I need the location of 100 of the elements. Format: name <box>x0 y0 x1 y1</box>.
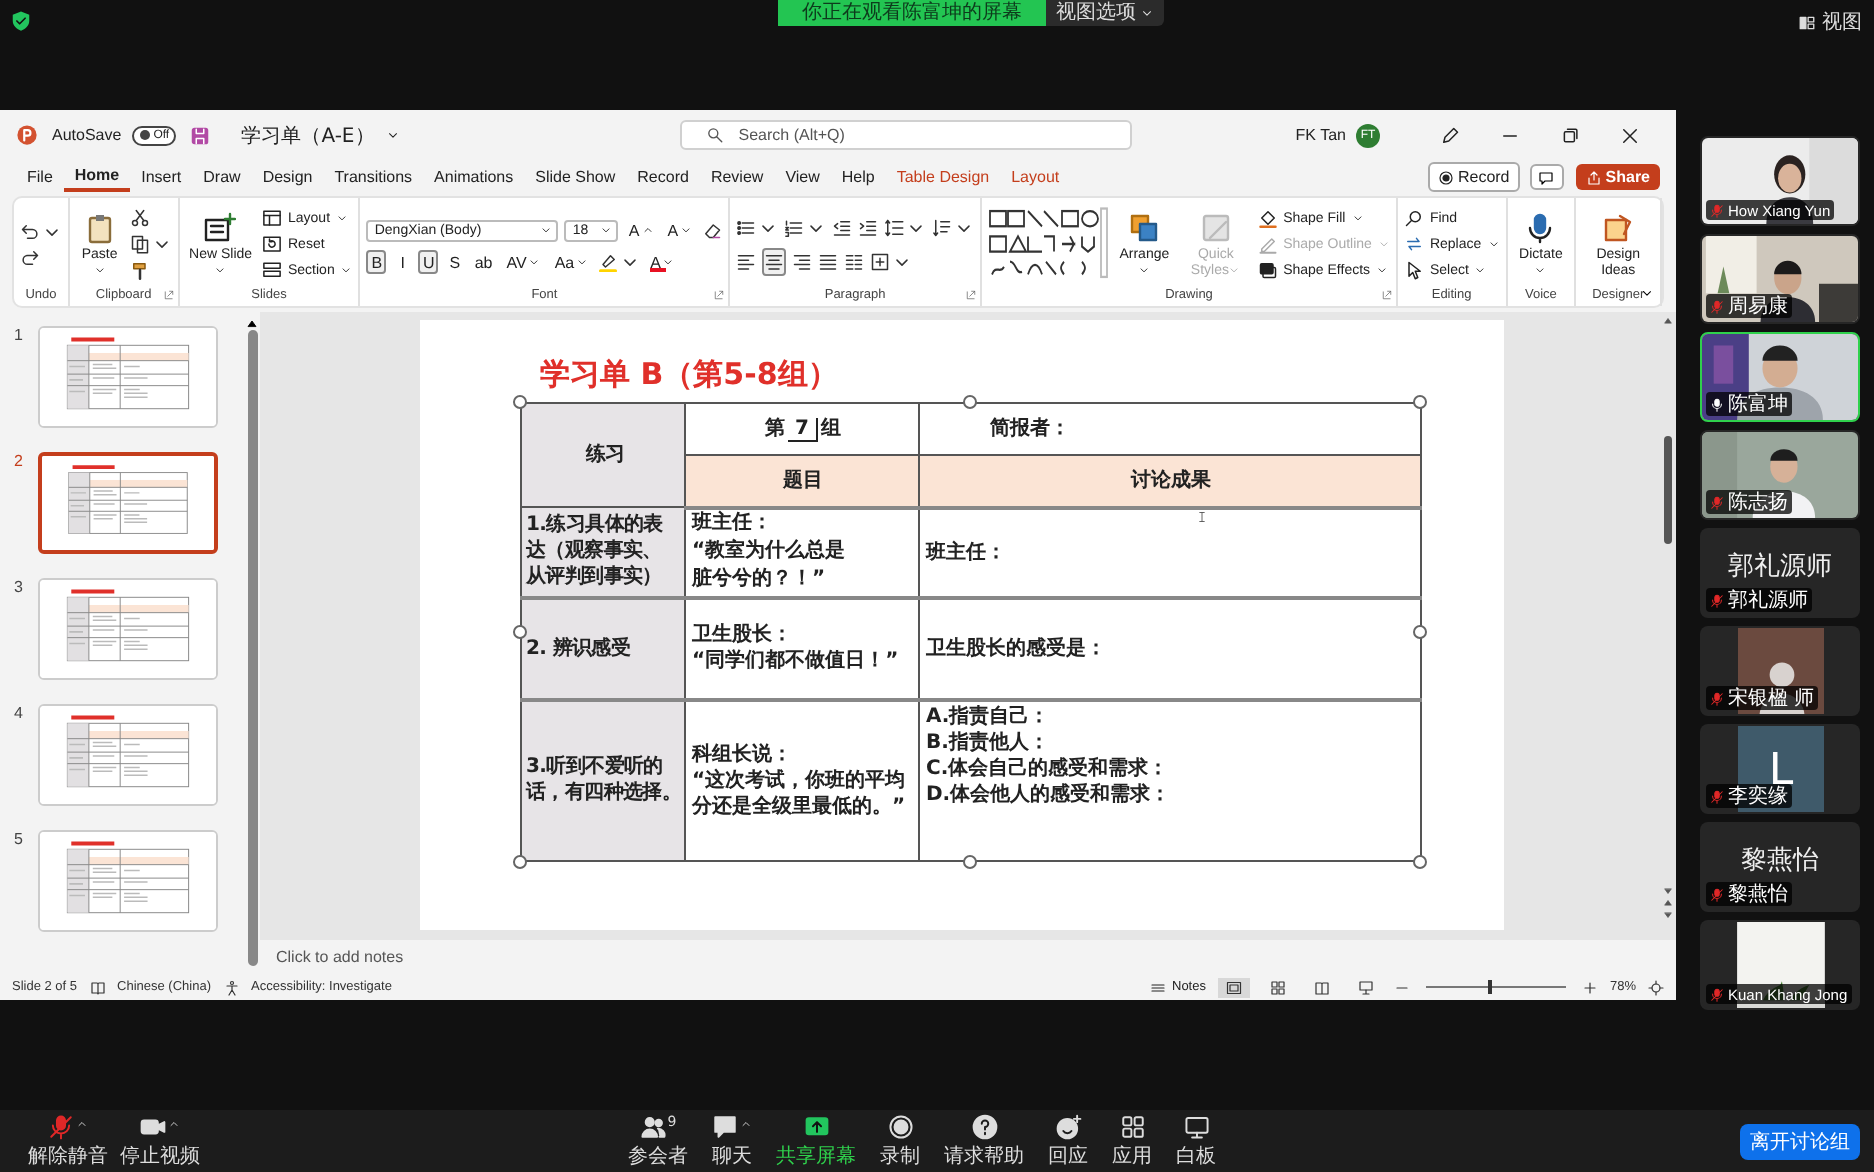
format-button[interactable]: S <box>444 250 465 274</box>
format-button[interactable]: B <box>366 250 387 274</box>
fit-to-window-icon[interactable] <box>1648 979 1664 995</box>
caret-icon <box>93 263 106 276</box>
selection-handle[interactable] <box>513 395 527 409</box>
ribbon-button[interactable] <box>858 216 879 240</box>
menu-tab[interactable]: Draw <box>192 162 252 192</box>
ribbon-button[interactable] <box>702 218 723 242</box>
comments-button[interactable] <box>1529 164 1564 190</box>
scroll-down-icon[interactable] <box>1662 886 1674 896</box>
participant-tile[interactable]: 陈志扬 <box>1700 430 1860 520</box>
comment-icon <box>1538 169 1555 185</box>
scrollbar-thumb[interactable] <box>1664 436 1672 544</box>
accessibility-icon[interactable] <box>223 979 239 995</box>
participant-tile[interactable]: 陈富坤 <box>1700 332 1860 422</box>
selection-handle[interactable] <box>1413 395 1427 409</box>
view-options-button[interactable]: 视图选项 <box>1046 0 1164 26</box>
toolbar-button[interactable]: 聊天 <box>712 1113 752 1169</box>
menu-tab[interactable]: Slide Show <box>524 162 627 192</box>
toolbar-button[interactable]: 应用 <box>1112 1113 1152 1169</box>
zoom-in-icon[interactable] <box>1581 979 1598 995</box>
slide-number: 1 <box>14 326 25 344</box>
dialog-launcher-icon[interactable] <box>966 290 977 300</box>
ribbon-button[interactable] <box>129 232 172 256</box>
toggle-button[interactable] <box>792 250 813 274</box>
slide-thumbnail[interactable] <box>38 452 218 554</box>
shapes-gallery[interactable] <box>988 206 1109 282</box>
format-button[interactable]: I <box>392 250 413 274</box>
fill-in-line[interactable]: 7 <box>787 418 819 442</box>
ribbon-button[interactable] <box>20 219 62 243</box>
format-button[interactable]: A <box>624 218 658 242</box>
menu-tab[interactable]: Help <box>830 162 886 192</box>
ribbon-button[interactable] <box>832 216 853 240</box>
ribbon-button[interactable] <box>736 216 779 240</box>
scroll-up-icon[interactable] <box>1662 316 1674 326</box>
slider-thumb[interactable] <box>1488 980 1493 994</box>
search-field[interactable]: Search (Alt+Q) <box>680 120 1133 150</box>
participant-tile[interactable]: 宋银楹 师 <box>1700 626 1860 716</box>
participant-tile[interactable]: 郭礼源师 郭礼源师 <box>1700 528 1860 618</box>
view-button[interactable]: 视图 <box>1798 8 1862 36</box>
scrollbar-thumb[interactable] <box>247 330 257 966</box>
participant-tile[interactable]: L 李奕缘 <box>1700 724 1860 814</box>
format-button[interactable]: U <box>418 250 439 274</box>
menu-tab[interactable]: Transitions <box>323 162 424 192</box>
toggle-button[interactable] <box>736 250 757 274</box>
menu-tab[interactable]: Insert <box>130 162 193 192</box>
toolbar-button[interactable]: 录制 <box>880 1113 920 1169</box>
ribbon-button[interactable] <box>598 250 641 274</box>
toggle-button[interactable] <box>844 250 865 274</box>
caret-icon[interactable] <box>386 128 401 142</box>
menu-tab[interactable]: Animations <box>423 162 525 192</box>
toggle-button[interactable] <box>870 250 913 274</box>
participant-tile[interactable]: 黎燕怡 黎燕怡 <box>1700 822 1860 912</box>
format-button[interactable]: Aa <box>550 250 593 274</box>
record-button[interactable]: Record <box>1427 162 1520 192</box>
dialog-launcher-icon[interactable] <box>1381 290 1392 300</box>
restore-icon[interactable] <box>1560 125 1580 145</box>
cell-text: “这次考试，你班的平均 <box>692 767 908 794</box>
ribbon-button[interactable] <box>932 216 975 240</box>
close-icon[interactable] <box>1620 125 1640 145</box>
selection-handle[interactable] <box>963 855 977 869</box>
selection-handle[interactable] <box>1413 625 1427 639</box>
menu-tab[interactable]: View <box>774 162 831 192</box>
dialog-launcher-icon[interactable] <box>163 290 174 300</box>
format-button[interactable]: A <box>646 250 679 274</box>
selection-handle[interactable] <box>513 855 527 869</box>
toolbar-button[interactable]: 白板 <box>1176 1113 1216 1169</box>
menu-tab[interactable]: File <box>16 162 64 192</box>
format-button[interactable]: AV <box>502 250 545 274</box>
toolbar-button[interactable]: 停止视频 <box>120 1113 200 1169</box>
save-icon[interactable] <box>189 125 210 145</box>
pen-icon[interactable] <box>1440 125 1460 145</box>
menu-tab[interactable]: Record <box>626 162 700 192</box>
ribbon-button[interactable] <box>784 216 827 240</box>
toggle-button[interactable] <box>818 250 839 274</box>
format-button[interactable]: ab <box>470 250 497 274</box>
toolbar-button[interactable]: 请求帮助 <box>944 1113 1024 1169</box>
next-slide-icon[interactable] <box>1662 910 1674 920</box>
menu-tab[interactable]: Home <box>63 162 131 192</box>
menu-tab[interactable]: Table Design <box>885 162 1001 192</box>
previous-slide-icon[interactable] <box>1662 898 1674 908</box>
selection-handle[interactable] <box>513 625 527 639</box>
toolbar-button[interactable]: 解除静音 <box>28 1113 108 1169</box>
selection-handle[interactable] <box>963 395 977 409</box>
toggle-button[interactable] <box>762 248 787 276</box>
menu-tab[interactable]: Design <box>251 162 324 192</box>
toolbar-button[interactable]: 回应 <box>1048 1113 1088 1169</box>
collapse-icon[interactable] <box>1640 286 1654 300</box>
leave-button[interactable]: 离开讨论组 <box>1740 1123 1860 1159</box>
format-button[interactable]: A <box>663 218 697 242</box>
dialog-launcher-icon[interactable] <box>714 290 725 300</box>
view-toggle[interactable] <box>1217 977 1250 997</box>
spelling-icon[interactable] <box>89 979 106 995</box>
share-button[interactable]: Share <box>1575 164 1660 190</box>
menu-tab[interactable]: Review <box>699 162 775 192</box>
toolbar-button[interactable]: 共享屏幕 <box>776 1113 856 1169</box>
selection-handle[interactable] <box>1413 855 1427 869</box>
ribbon-button[interactable] <box>884 216 927 240</box>
participant-tile[interactable]: 周易康 <box>1700 234 1860 324</box>
menu-tab[interactable]: Layout <box>1000 162 1071 192</box>
